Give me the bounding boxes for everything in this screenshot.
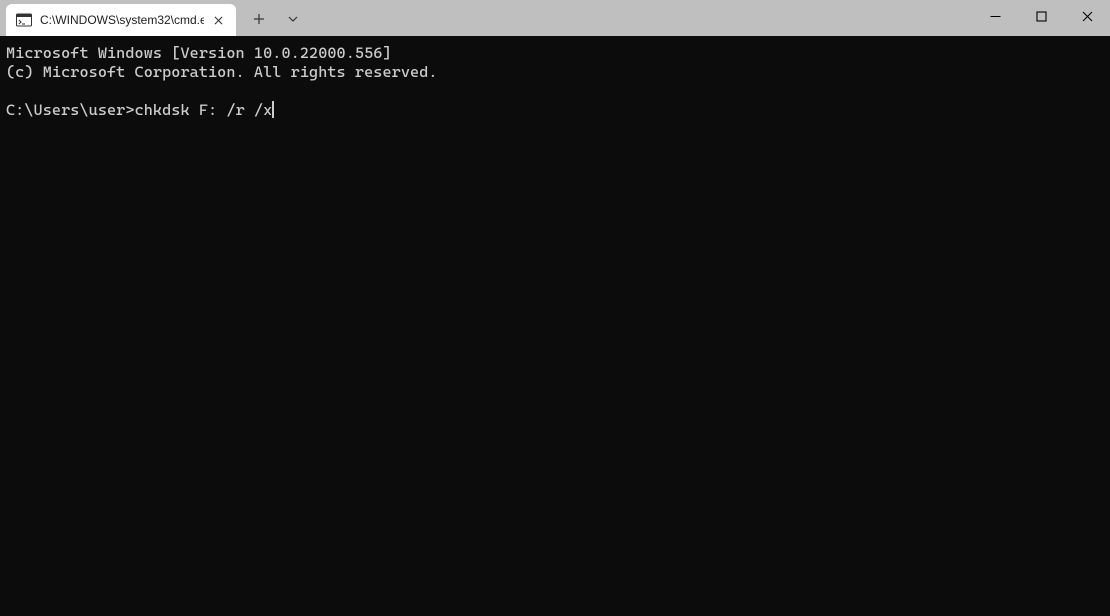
terminal-prompt: C:\Users\user> [6,101,135,119]
terminal-command-input[interactable]: chkdsk F: /r /x [135,101,273,119]
close-button[interactable] [1064,0,1110,32]
tab-close-button[interactable] [210,12,226,28]
tab-title: C:\WINDOWS\system32\cmd.ex [40,13,204,27]
window-controls [972,0,1110,36]
cmd-icon [16,12,32,28]
maximize-button[interactable] [1018,0,1064,32]
terminal-area[interactable]: Microsoft Windows [Version 10.0.22000.55… [0,36,1110,616]
new-tab-button[interactable] [242,3,276,35]
tab-cmd[interactable]: C:\WINDOWS\system32\cmd.ex [6,4,236,36]
terminal-output-line: (c) Microsoft Corporation. All rights re… [6,63,438,81]
tabs-area: C:\WINDOWS\system32\cmd.ex [0,0,310,36]
minimize-button[interactable] [972,0,1018,32]
terminal-output-line: Microsoft Windows [Version 10.0.22000.55… [6,44,392,62]
terminal-cursor [272,101,274,118]
tab-dropdown-button[interactable] [276,3,310,35]
window-titlebar: C:\WINDOWS\system32\cmd.ex [0,0,1110,36]
